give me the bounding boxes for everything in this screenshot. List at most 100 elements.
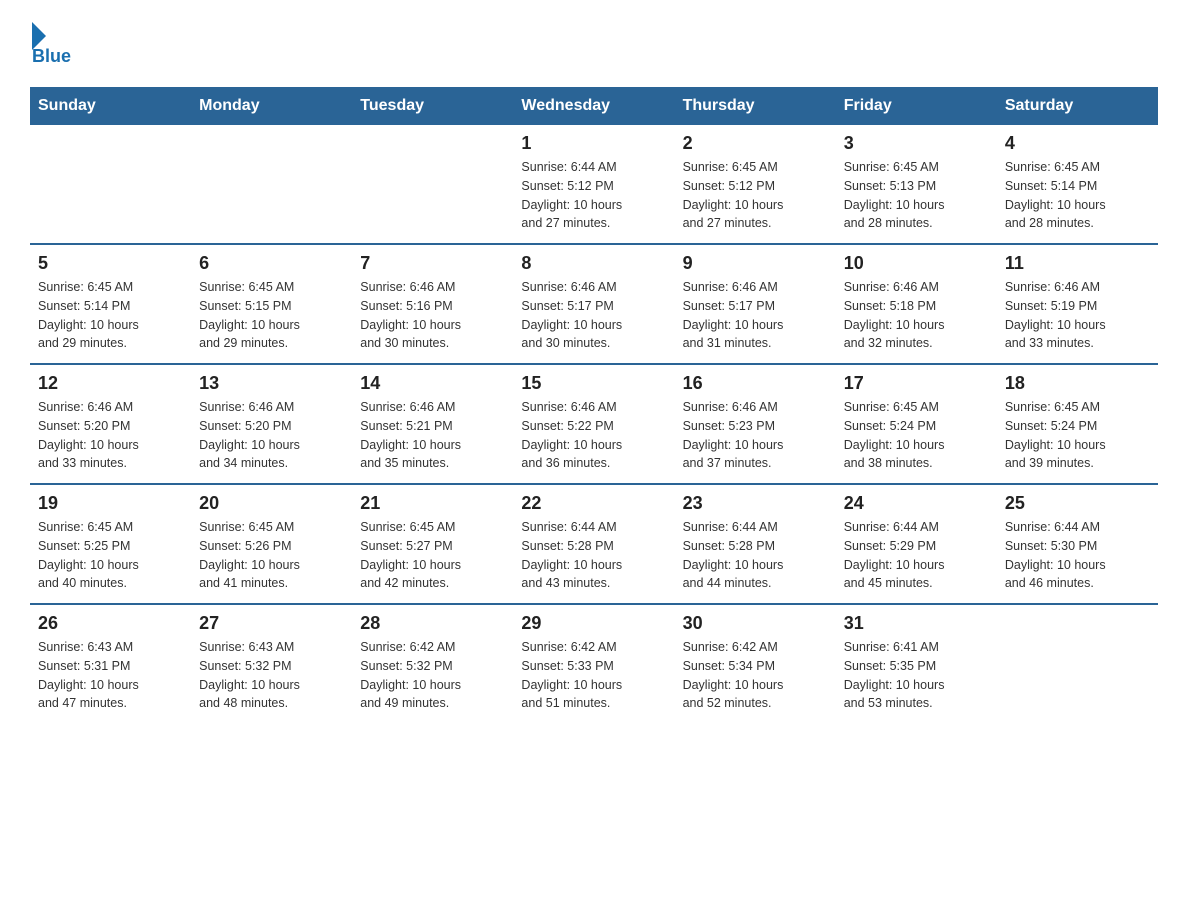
- calendar-cell: 28Sunrise: 6:42 AMSunset: 5:32 PMDayligh…: [352, 604, 513, 723]
- day-number: 19: [38, 493, 183, 514]
- calendar-cell: 18 Sunrise: 6:45 AMSunset: 5:24 PMDayligh…: [997, 364, 1158, 484]
- calendar-cell: 10Sunrise: 6:46 AMSunset: 5:18 PMDayligh…: [836, 244, 997, 364]
- day-info: Sunrise: 6:45 AMSunset: 5:26 PMDaylight:…: [199, 518, 344, 593]
- day-number: 16: [683, 373, 828, 394]
- day-info: Sunrise: 6:45 AMSunset: 5:13 PMDaylight:…: [844, 158, 989, 233]
- calendar-cell: 14 Sunrise: 6:46 AMSunset: 5:21 PMDayligh…: [352, 364, 513, 484]
- day-number: 5: [38, 253, 183, 274]
- calendar-cell: [997, 604, 1158, 723]
- day-number: 27: [199, 613, 344, 634]
- day-info: Sunrise: 6:43 AMSunset: 5:31 PMDaylight:…: [38, 638, 183, 713]
- calendar-table: SundayMondayTuesdayWednesdayThursdayFrid…: [30, 87, 1158, 723]
- day-number: 30: [683, 613, 828, 634]
- calendar-week-row: 5Sunrise: 6:45 AMSunset: 5:14 PMDaylight…: [30, 244, 1158, 364]
- calendar-cell: 24 Sunrise: 6:44 AMSunset: 5:29 PMDayligh…: [836, 484, 997, 604]
- col-header-sunday: Sunday: [30, 87, 191, 125]
- day-info: Sunrise: 6:42 AMSunset: 5:34 PMDaylight:…: [683, 638, 828, 713]
- day-info: Sunrise: 6:45 AMSunset: 5:24 PMDaylight:…: [844, 398, 989, 473]
- day-info: Sunrise: 6:45 AMSunset: 5:15 PMDaylight:…: [199, 278, 344, 353]
- col-header-saturday: Saturday: [997, 87, 1158, 125]
- calendar-cell: 22 Sunrise: 6:44 AMSunset: 5:28 PMDayligh…: [513, 484, 674, 604]
- calendar-cell: 4Sunrise: 6:45 AMSunset: 5:14 PMDaylight…: [997, 125, 1158, 244]
- day-info: Sunrise: 6:43 AMSunset: 5:32 PMDaylight:…: [199, 638, 344, 713]
- logo: Blue: [30, 20, 71, 67]
- calendar-cell: 1Sunrise: 6:44 AMSunset: 5:12 PMDaylight…: [513, 125, 674, 244]
- day-info: Sunrise: 6:46 AMSunset: 5:20 PMDaylight:…: [199, 398, 344, 473]
- day-info: Sunrise: 6:46 AMSunset: 5:23 PMDaylight:…: [683, 398, 828, 473]
- col-header-friday: Friday: [836, 87, 997, 125]
- day-number: 12: [38, 373, 183, 394]
- day-number: 15: [521, 373, 666, 394]
- day-info: Sunrise: 6:46 AMSunset: 5:19 PMDaylight:…: [1005, 278, 1150, 353]
- day-number: 3: [844, 133, 989, 154]
- day-number: 17: [844, 373, 989, 394]
- day-info: Sunrise: 6:45 AMSunset: 5:27 PMDaylight:…: [360, 518, 505, 593]
- calendar-cell: 2Sunrise: 6:45 AMSunset: 5:12 PMDaylight…: [675, 125, 836, 244]
- day-info: Sunrise: 6:42 AMSunset: 5:32 PMDaylight:…: [360, 638, 505, 713]
- calendar-cell: 23 Sunrise: 6:44 AMSunset: 5:28 PMDayligh…: [675, 484, 836, 604]
- day-info: Sunrise: 6:46 AMSunset: 5:21 PMDaylight:…: [360, 398, 505, 473]
- day-number: 6: [199, 253, 344, 274]
- day-info: Sunrise: 6:45 AMSunset: 5:25 PMDaylight:…: [38, 518, 183, 593]
- day-number: 8: [521, 253, 666, 274]
- calendar-week-row: 1Sunrise: 6:44 AMSunset: 5:12 PMDaylight…: [30, 125, 1158, 244]
- calendar-cell: 3 Sunrise: 6:45 AMSunset: 5:13 PMDaylight…: [836, 125, 997, 244]
- day-number: 29: [521, 613, 666, 634]
- calendar-cell: 8Sunrise: 6:46 AMSunset: 5:17 PMDaylight…: [513, 244, 674, 364]
- calendar-cell: 19 Sunrise: 6:45 AMSunset: 5:25 PMDayligh…: [30, 484, 191, 604]
- page-header: Blue: [30, 20, 1158, 67]
- day-info: Sunrise: 6:41 AMSunset: 5:35 PMDaylight:…: [844, 638, 989, 713]
- day-info: Sunrise: 6:44 AMSunset: 5:28 PMDaylight:…: [683, 518, 828, 593]
- calendar-cell: 27 Sunrise: 6:43 AMSunset: 5:32 PMDayligh…: [191, 604, 352, 723]
- calendar-cell: 13 Sunrise: 6:46 AMSunset: 5:20 PMDayligh…: [191, 364, 352, 484]
- col-header-monday: Monday: [191, 87, 352, 125]
- day-info: Sunrise: 6:46 AMSunset: 5:20 PMDaylight:…: [38, 398, 183, 473]
- calendar-cell: 31 Sunrise: 6:41 AMSunset: 5:35 PMDayligh…: [836, 604, 997, 723]
- calendar-cell: 30 Sunrise: 6:42 AMSunset: 5:34 PMDayligh…: [675, 604, 836, 723]
- day-info: Sunrise: 6:44 AMSunset: 5:29 PMDaylight:…: [844, 518, 989, 593]
- day-info: Sunrise: 6:44 AMSunset: 5:30 PMDaylight:…: [1005, 518, 1150, 593]
- calendar-cell: 25 Sunrise: 6:44 AMSunset: 5:30 PMDayligh…: [997, 484, 1158, 604]
- day-number: 14: [360, 373, 505, 394]
- day-number: 21: [360, 493, 505, 514]
- day-info: Sunrise: 6:46 AMSunset: 5:16 PMDaylight:…: [360, 278, 505, 353]
- day-info: Sunrise: 6:46 AMSunset: 5:17 PMDaylight:…: [683, 278, 828, 353]
- logo-subtitle: Blue: [32, 46, 71, 67]
- calendar-week-row: 19 Sunrise: 6:45 AMSunset: 5:25 PMDayligh…: [30, 484, 1158, 604]
- calendar-header-row: SundayMondayTuesdayWednesdayThursdayFrid…: [30, 87, 1158, 125]
- calendar-cell: 17 Sunrise: 6:45 AMSunset: 5:24 PMDayligh…: [836, 364, 997, 484]
- calendar-cell: [352, 125, 513, 244]
- calendar-cell: 20 Sunrise: 6:45 AMSunset: 5:26 PMDayligh…: [191, 484, 352, 604]
- day-number: 13: [199, 373, 344, 394]
- day-number: 11: [1005, 253, 1150, 274]
- day-info: Sunrise: 6:44 AMSunset: 5:28 PMDaylight:…: [521, 518, 666, 593]
- calendar-cell: 21 Sunrise: 6:45 AMSunset: 5:27 PMDayligh…: [352, 484, 513, 604]
- calendar-cell: 29 Sunrise: 6:42 AMSunset: 5:33 PMDayligh…: [513, 604, 674, 723]
- calendar-cell: 15Sunrise: 6:46 AMSunset: 5:22 PMDayligh…: [513, 364, 674, 484]
- calendar-cell: [30, 125, 191, 244]
- day-number: 4: [1005, 133, 1150, 154]
- day-number: 20: [199, 493, 344, 514]
- calendar-cell: 7 Sunrise: 6:46 AMSunset: 5:16 PMDaylight…: [352, 244, 513, 364]
- day-info: Sunrise: 6:42 AMSunset: 5:33 PMDaylight:…: [521, 638, 666, 713]
- day-number: 18: [1005, 373, 1150, 394]
- calendar-cell: 11 Sunrise: 6:46 AMSunset: 5:19 PMDayligh…: [997, 244, 1158, 364]
- col-header-wednesday: Wednesday: [513, 87, 674, 125]
- day-number: 23: [683, 493, 828, 514]
- day-number: 22: [521, 493, 666, 514]
- calendar-cell: [191, 125, 352, 244]
- col-header-thursday: Thursday: [675, 87, 836, 125]
- day-number: 7: [360, 253, 505, 274]
- calendar-cell: 16 Sunrise: 6:46 AMSunset: 5:23 PMDayligh…: [675, 364, 836, 484]
- day-number: 25: [1005, 493, 1150, 514]
- day-number: 24: [844, 493, 989, 514]
- calendar-cell: 26Sunrise: 6:43 AMSunset: 5:31 PMDayligh…: [30, 604, 191, 723]
- day-number: 9: [683, 253, 828, 274]
- calendar-week-row: 26Sunrise: 6:43 AMSunset: 5:31 PMDayligh…: [30, 604, 1158, 723]
- calendar-week-row: 12 Sunrise: 6:46 AMSunset: 5:20 PMDayligh…: [30, 364, 1158, 484]
- calendar-cell: 5Sunrise: 6:45 AMSunset: 5:14 PMDaylight…: [30, 244, 191, 364]
- day-number: 31: [844, 613, 989, 634]
- day-info: Sunrise: 6:45 AMSunset: 5:24 PMDaylight:…: [1005, 398, 1150, 473]
- day-number: 2: [683, 133, 828, 154]
- calendar-cell: 12 Sunrise: 6:46 AMSunset: 5:20 PMDayligh…: [30, 364, 191, 484]
